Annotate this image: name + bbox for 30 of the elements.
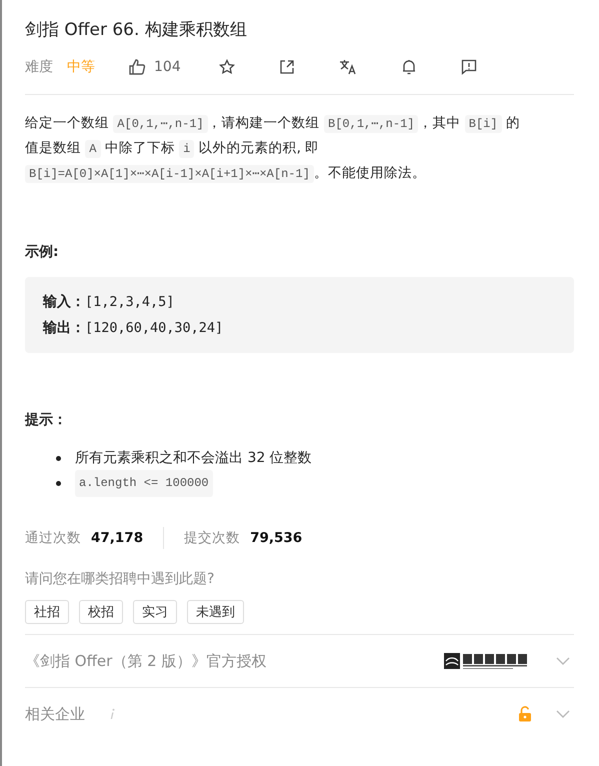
difficulty-label: 难度 xyxy=(25,58,53,76)
survey-option[interactable]: 未遇到 xyxy=(187,600,244,624)
example-label: 输出： xyxy=(43,320,85,336)
feedback-icon[interactable] xyxy=(460,59,477,75)
stat-label: 提交次数 xyxy=(184,529,240,547)
survey-option[interactable]: 实习 xyxy=(133,600,177,624)
bell-icon[interactable] xyxy=(400,59,417,75)
difficulty-value: 中等 xyxy=(67,58,95,76)
share-icon[interactable] xyxy=(278,59,295,75)
thumbs-up-icon xyxy=(128,58,146,76)
example-label: 输入： xyxy=(43,294,85,310)
hint-text: 所有元素乘积之和不会溢出 32 位整数 xyxy=(75,449,312,468)
example-heading: 示例: xyxy=(25,243,60,261)
hint-code: a.length <= 100000 xyxy=(75,470,213,497)
star-icon[interactable] xyxy=(218,59,235,75)
hints-heading: 提示： xyxy=(25,411,68,429)
like-button[interactable]: 104 xyxy=(128,58,181,76)
survey-option[interactable]: 社招 xyxy=(25,600,69,624)
bullet-icon xyxy=(56,481,61,486)
problem-title: 剑指 Offer 66. 构建乘积数组 xyxy=(25,19,248,42)
stat-value: 47,178 xyxy=(91,530,144,546)
survey-option[interactable]: 校招 xyxy=(79,600,123,624)
survey-question: 请问您在哪类招聘中遇到此题? xyxy=(25,570,216,588)
example-value: [120,60,40,30,24] xyxy=(85,320,224,336)
stat-label: 通过次数 xyxy=(25,529,81,547)
example-value: [1,2,3,4,5] xyxy=(85,294,174,310)
problem-description: 给定一个数组 A[0,1,⋯,n-1] ，请构建一个数组 B[0,1,⋯,n-1] ，其中 B[i] 的值是数组 A 中除了下标 i 以外的元素的积, 即 B[i]=A[0]×A[1]×⋯×A[i-1]×A[i+1]×⋯×A[n-1] 。不能使用除法。 xyxy=(25,114,521,185)
translate-icon[interactable] xyxy=(338,59,357,75)
stat-value: 79,536 xyxy=(250,530,302,546)
bullet-icon xyxy=(56,456,61,461)
